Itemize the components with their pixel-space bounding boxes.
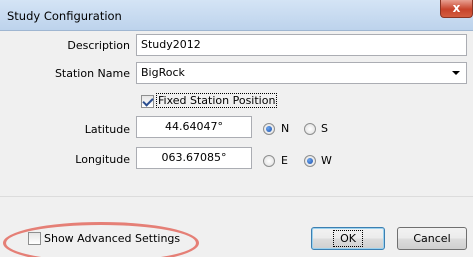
longitude-input[interactable]: 063.67085° [136, 147, 252, 169]
station-name-dropdown[interactable]: BigRock [136, 62, 467, 84]
title-bar[interactable]: Study Configuration x [0, 0, 473, 31]
longitude-e-radio[interactable] [263, 155, 275, 167]
longitude-e-label: E [281, 154, 288, 167]
annotation-highlight-circle [3, 222, 199, 257]
close-icon: x [452, 1, 461, 15]
longitude-label: Longitude [75, 153, 130, 166]
ok-button-label: OK [333, 230, 363, 247]
close-button[interactable]: x [440, 0, 473, 18]
description-label: Description [67, 39, 130, 52]
longitude-w-label: W [321, 154, 332, 167]
fixed-station-position-checkbox[interactable] [141, 95, 154, 108]
chevron-down-icon [452, 71, 460, 75]
station-name-value: BigRock [141, 66, 185, 79]
dialog-title: Study Configuration [7, 9, 122, 23]
latitude-input[interactable]: 44.64047° [136, 116, 252, 138]
ok-button[interactable]: OK [311, 227, 385, 250]
cancel-button[interactable]: Cancel [397, 227, 467, 250]
latitude-label: Latitude [84, 123, 130, 136]
study-configuration-dialog: Study Configuration x Description Study2… [0, 0, 473, 257]
longitude-w-radio[interactable] [304, 155, 316, 167]
latitude-s-label: S [321, 122, 328, 135]
cancel-button-label: Cancel [413, 232, 451, 245]
latitude-n-radio[interactable] [263, 123, 275, 135]
station-name-label: Station Name [54, 67, 130, 80]
description-input[interactable]: Study2012 [136, 34, 467, 56]
latitude-s-radio[interactable] [304, 123, 316, 135]
latitude-n-label: N [281, 122, 290, 135]
fixed-station-position-label[interactable]: Fixed Station Position [156, 93, 278, 108]
